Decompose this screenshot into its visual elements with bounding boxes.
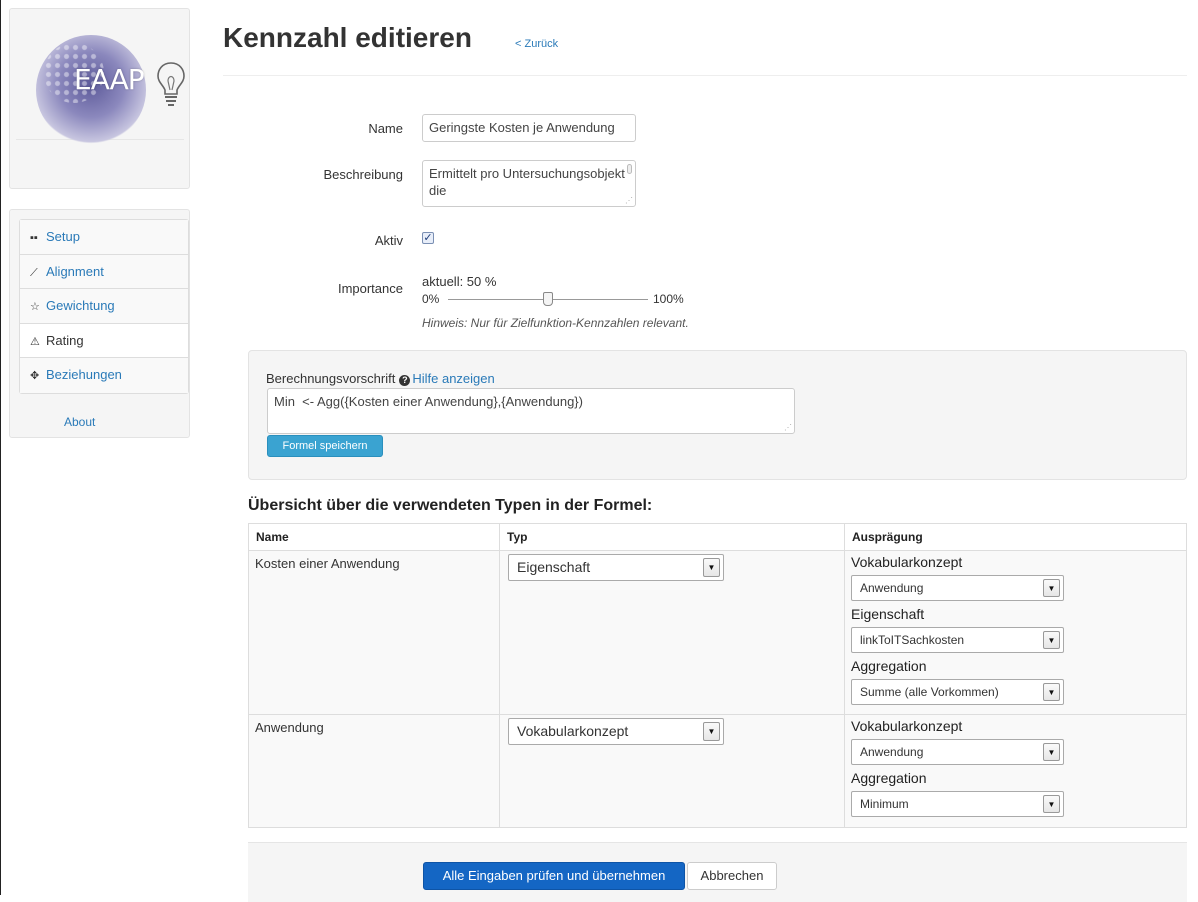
type-name-cell: Kosten einer Anwendung — [248, 550, 500, 715]
type-name: Anwendung — [255, 720, 324, 735]
dropdown-arrow-icon: ▼ — [1043, 795, 1060, 813]
dropdown-arrow-icon: ▼ — [1043, 579, 1060, 597]
header-divider — [223, 75, 1187, 76]
select-value: linkToITSachkosten — [860, 633, 965, 647]
sidebar-item-label: Rating — [46, 332, 84, 348]
table-row: Kosten einer Anwendung Eigenschaft ▼ Voka… — [248, 550, 1187, 715]
eigenschaft-select[interactable]: linkToITSachkosten ▼ — [851, 627, 1064, 653]
sidebar-item-label: Alignment — [46, 263, 104, 279]
checkmark-icon: ✓ — [423, 232, 433, 244]
sidebar-item-rating[interactable]: ⚠ Rating — [20, 323, 188, 358]
vokabularkonzept-select[interactable]: Anwendung ▼ — [851, 575, 1064, 601]
star-icon: ☆ — [30, 301, 40, 313]
description-label: Beschreibung — [323, 167, 404, 182]
types-table: Name Typ Ausprägung Kosten einer Anwendu… — [248, 523, 1187, 828]
type-cell: Eigenschaft ▼ — [499, 550, 845, 715]
sidebar-item-alignment[interactable]: ⟋ Alignment — [20, 254, 188, 289]
column-header-name: Name — [248, 523, 500, 551]
field-label: Aggregation — [851, 770, 927, 786]
about-link[interactable]: About — [64, 415, 95, 429]
dropdown-arrow-icon: ▼ — [703, 722, 720, 741]
save-formula-button[interactable]: Formel speichern — [267, 435, 383, 457]
field-label: Vokabularkonzept — [851, 718, 963, 734]
nav-list: ▪▪ Setup ⟋ Alignment ☆ Gewichtung ⚠ Rating ✥… — [19, 219, 189, 394]
help-link[interactable]: Hilfe anzeigen — [412, 371, 494, 386]
auspraegung-cell: Vokabularkonzept Anwendung ▼ Eigenschaft … — [844, 550, 1187, 715]
logo-panel: EAAP — [9, 8, 190, 189]
warning-icon: ⚠ — [30, 335, 40, 348]
slider-min-label: 0% — [422, 292, 440, 306]
cancel-button[interactable]: Abbrechen — [687, 862, 777, 890]
name-input[interactable]: Geringste Kosten je Anwendung — [422, 114, 636, 142]
sidebar-item-label: Gewichtung — [46, 298, 115, 313]
type-select[interactable]: Vokabularkonzept ▼ — [508, 718, 724, 745]
logo-text: EAAP — [74, 63, 145, 96]
field-label: Eigenschaft — [851, 606, 925, 622]
type-name: Kosten einer Anwendung — [255, 556, 400, 571]
question-icon: ? — [399, 375, 411, 386]
importance-current: aktuell: 50 % — [422, 274, 497, 289]
description-textarea[interactable]: Ermittelt pro Untersuchungsobjekt die ⋰ — [422, 160, 636, 207]
importance-slider-handle[interactable] — [543, 292, 553, 306]
column-header-auspraegung: Ausprägung — [844, 523, 1187, 551]
lightbulb-icon — [157, 62, 185, 106]
resize-grip-icon[interactable]: ⋰ — [784, 424, 792, 432]
slider-max-label: 100% — [653, 292, 684, 306]
select-value: Vokabularkonzept — [517, 723, 629, 739]
logo: EAAP — [16, 15, 185, 145]
auspraegung-cell: Vokabularkonzept Anwendung ▼ Aggregation … — [844, 714, 1187, 828]
submit-button[interactable]: Alle Eingaben prüfen und übernehmen — [423, 862, 685, 890]
types-heading: Übersicht über die verwendeten Typen in … — [248, 497, 653, 514]
column-header-typ: Typ — [499, 523, 845, 551]
back-link[interactable]: < Zurück — [515, 38, 558, 50]
importance-label: Importance — [337, 281, 403, 296]
select-value: Summe (alle Vorkommen) — [860, 685, 999, 699]
dropdown-arrow-icon: ▼ — [1043, 631, 1060, 649]
active-label: Aktiv — [374, 233, 403, 248]
select-value: Anwendung — [860, 745, 924, 759]
aggregation-select[interactable]: Minimum ▼ — [851, 791, 1064, 817]
sidebar-item-label: Beziehungen — [46, 367, 122, 382]
importance-hint: Hinweis: Nur für Zielfunktion-Kennzahlen… — [422, 316, 689, 330]
select-value: Anwendung — [860, 581, 924, 595]
vokabularkonzept-select[interactable]: Anwendung ▼ — [851, 739, 1064, 765]
type-cell: Vokabularkonzept ▼ — [499, 714, 845, 828]
move-icon: ✥ — [30, 370, 40, 382]
type-select[interactable]: Eigenschaft ▼ — [508, 554, 724, 581]
active-checkbox[interactable]: ✓ — [422, 232, 434, 244]
formula-textarea[interactable]: Min <- Agg({Kosten einer Anwendung},{Anw… — [267, 388, 795, 434]
sidebar-nav: ▪▪ Setup ⟋ Alignment ☆ Gewichtung ⚠ Rating ✥… — [9, 209, 190, 438]
sidebar-item-gewichtung[interactable]: ☆ Gewichtung — [20, 289, 188, 324]
name-label: Name — [368, 121, 403, 136]
dropdown-arrow-icon: ▼ — [1043, 683, 1060, 701]
formula-label-row: Berechnungsvorschrift? Hilfe anzeigen — [266, 371, 495, 386]
field-label: Aggregation — [851, 658, 927, 674]
sidebar-item-beziehungen[interactable]: ✥ Beziehungen — [20, 358, 188, 393]
table-row: Anwendung Vokabularkonzept ▼ Vokabularkon… — [248, 714, 1187, 828]
field-label: Vokabularkonzept — [851, 554, 963, 570]
formula-text: Min <- Agg({Kosten einer Anwendung},{Anw… — [274, 394, 583, 409]
dropdown-arrow-icon: ▼ — [1043, 743, 1060, 761]
scrollbar-thumb[interactable] — [627, 164, 632, 174]
resize-grip-icon[interactable]: ⋰ — [625, 197, 633, 205]
wand-icon: ⟋ — [30, 266, 38, 279]
select-value: Minimum — [860, 797, 909, 811]
grid-icon: ▪▪ — [30, 232, 38, 244]
type-name-cell: Anwendung — [248, 714, 500, 828]
dropdown-arrow-icon: ▼ — [703, 558, 720, 577]
formula-label: Berechnungsvorschrift — [266, 371, 396, 386]
sidebar-item-label: Setup — [46, 229, 80, 244]
aggregation-select[interactable]: Summe (alle Vorkommen) ▼ — [851, 679, 1064, 705]
description-text: Ermittelt pro Untersuchungsobjekt die — [429, 166, 625, 198]
page-title: Kennzahl editieren — [223, 22, 472, 53]
sidebar-item-setup[interactable]: ▪▪ Setup — [20, 220, 188, 255]
select-value: Eigenschaft — [517, 559, 591, 575]
